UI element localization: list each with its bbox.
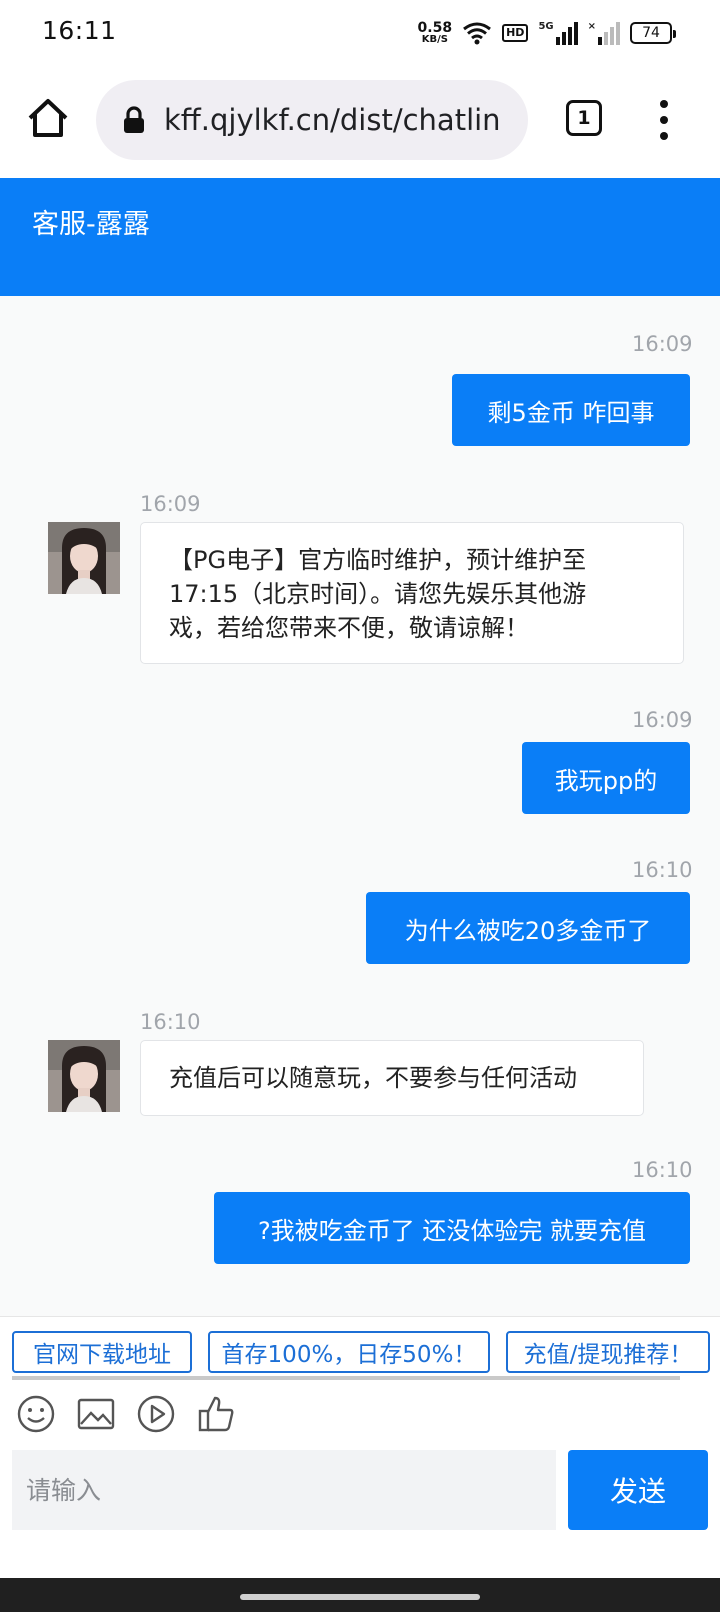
agent-message-line: 【PG电子】官方临时维护，预计维护至: [169, 546, 587, 574]
agent-message-line: 戏，若给您带来不便，敬请谅解！: [169, 614, 529, 642]
network-speed: 0.58 KB/S: [418, 21, 453, 45]
home-gesture-handle[interactable]: [240, 1594, 480, 1600]
browser-toolbar: kff.qjylkf.cn/dist/chatlin 1: [0, 64, 720, 178]
chat-title: 客服-露露: [32, 209, 150, 240]
agent-message-line: 17:15（北京时间）。请您先娱乐其他游: [169, 580, 587, 608]
user-message-bubble: 剩5金币 咋回事: [452, 374, 690, 446]
signal-5g-icon: 5G: [538, 21, 578, 45]
composer-toolbar: [0, 1380, 720, 1448]
user-message-bubble: 为什么被吃20多金币了: [366, 892, 690, 964]
send-button[interactable]: 发送: [568, 1450, 708, 1530]
thumbs-up-icon[interactable]: [196, 1394, 236, 1434]
image-icon[interactable]: [76, 1394, 116, 1434]
system-nav-bar: [0, 1578, 720, 1612]
wifi-icon: [463, 22, 492, 45]
chat-messages[interactable]: 16:09 剩5金币 咋回事 16:09 【PG电子】官方临时维护，预计维护至 …: [0, 296, 720, 1316]
url-text: kff.qjylkf.cn/dist/chatlin: [164, 103, 501, 137]
message-time: 16:10: [632, 1158, 693, 1182]
hd-icon: HD: [502, 24, 529, 42]
network-speed-unit: KB/S: [421, 34, 448, 45]
signal-weak-icon: ×: [588, 21, 620, 45]
agent-message-bubble: 充值后可以随意玩，不要参与任何活动: [140, 1040, 644, 1116]
message-time: 16:09: [632, 332, 693, 356]
more-menu-icon[interactable]: [654, 98, 674, 142]
agent-message-bubble: 【PG电子】官方临时维护，预计维护至 17:15（北京时间）。请您先娱乐其他游 …: [140, 522, 684, 664]
quick-replies-bar: 官网下载地址 首存100%，日存50%！ 充值/提现推荐！: [0, 1316, 720, 1380]
battery-icon: 74: [630, 22, 676, 44]
user-message-bubble: ?我被吃金币了 还没体验完 就要充值: [214, 1192, 690, 1264]
message-time: 16:10: [140, 1010, 201, 1034]
agent-avatar: [48, 1040, 120, 1112]
composer: 发送: [0, 1448, 720, 1578]
network-speed-value: 0.58: [417, 20, 453, 36]
battery-level: 74: [642, 25, 660, 41]
quick-reply-recharge[interactable]: 充值/提现推荐！: [506, 1331, 710, 1373]
status-icons: 0.58 KB/S HD 5G × 74: [418, 18, 676, 48]
user-message-bubble: 我玩pp的: [522, 742, 690, 814]
agent-avatar: [48, 522, 120, 594]
quick-reply-deposit-bonus[interactable]: 首存100%，日存50%！: [208, 1331, 490, 1373]
lock-icon: [124, 106, 144, 133]
message-time: 16:10: [632, 858, 693, 882]
signal-label: 5G: [538, 21, 554, 32]
emoji-icon[interactable]: [16, 1394, 56, 1434]
message-time: 16:09: [632, 708, 693, 732]
tab-switcher-button[interactable]: 1: [566, 100, 602, 136]
status-bar: 16:11 0.58 KB/S HD 5G × 74: [0, 0, 720, 64]
message-input[interactable]: [12, 1450, 556, 1530]
chat-header: 客服-露露: [0, 178, 720, 296]
home-icon[interactable]: [26, 96, 70, 140]
video-icon[interactable]: [136, 1394, 176, 1434]
tab-count: 1: [577, 107, 591, 129]
address-bar[interactable]: kff.qjylkf.cn/dist/chatlin: [96, 80, 528, 160]
message-time: 16:09: [140, 492, 201, 516]
status-time: 16:11: [42, 16, 117, 45]
quick-reply-download[interactable]: 官网下载地址: [12, 1331, 192, 1373]
